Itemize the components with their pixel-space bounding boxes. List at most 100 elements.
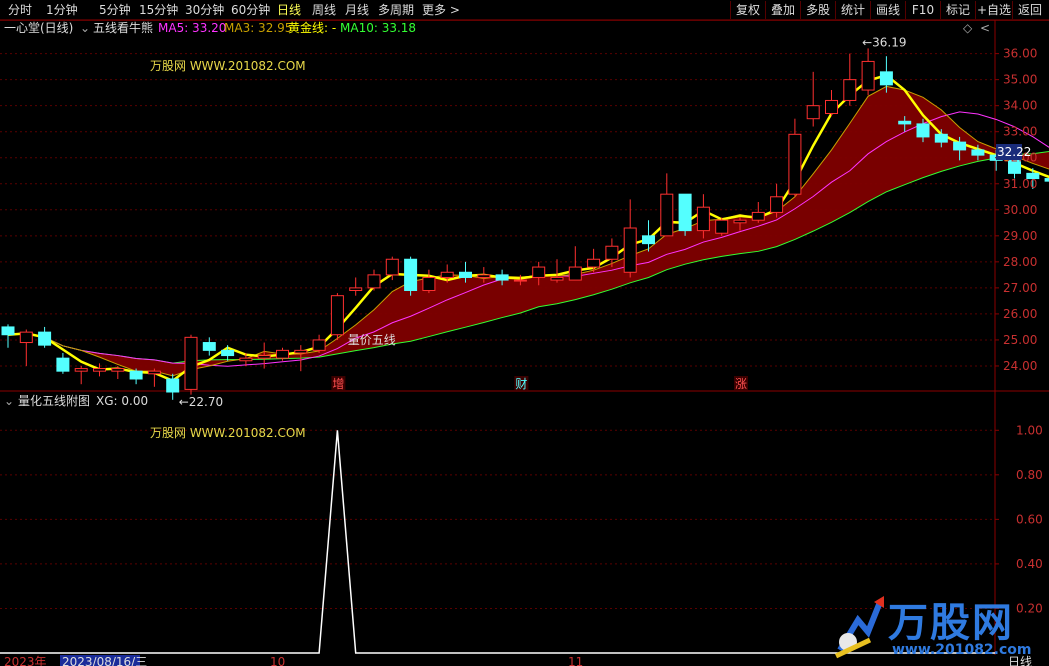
price-tag: 32.22: [997, 145, 1031, 159]
candle-down: [1044, 178, 1049, 182]
candle-up: [276, 349, 289, 359]
candle-up: [751, 211, 765, 221]
candle-up: [770, 196, 784, 213]
candle-up: [513, 279, 527, 282]
candle-down: [38, 331, 52, 346]
candle-up: [788, 133, 802, 195]
chevron-down-icon[interactable]: ⌄: [80, 20, 90, 36]
cursor-date: 2023/08/16/三: [62, 655, 147, 666]
sub-y-tick-label: 0.60: [1016, 512, 1043, 526]
candle-up: [19, 331, 33, 344]
candle-up: [111, 368, 125, 372]
candle-up: [184, 336, 198, 390]
candle-up: [623, 227, 637, 273]
candle-down: [129, 370, 143, 380]
candle-down: [495, 274, 509, 281]
candle-down: [404, 258, 418, 291]
candle-up: [825, 99, 838, 114]
y-tick-label: 36.00: [1003, 47, 1037, 61]
candle-down: [56, 357, 70, 372]
candle-down: [879, 71, 893, 86]
candle-up: [861, 60, 875, 91]
year-label: 2023年: [4, 655, 47, 666]
indicator-name[interactable]: 五线看牛熊: [93, 20, 153, 36]
sub-indicator-name[interactable]: 量化五线附图: [18, 393, 90, 409]
candle-up: [696, 206, 710, 232]
candle-up: [74, 368, 88, 372]
candle-up: [568, 266, 582, 281]
candle-up: [550, 276, 564, 281]
watermark-text: 万股网 WWW.201082.COM: [150, 59, 306, 73]
ribbon-area: [8, 86, 1049, 376]
y-tick-label: 31.00: [1003, 177, 1037, 191]
ribbon-fill: [8, 86, 1049, 376]
candle-down: [898, 120, 912, 125]
event-marker: 涨: [735, 376, 747, 391]
gold-line-value: 黄金线: -: [288, 21, 337, 35]
ma3-value: MA3: 32.95: [224, 21, 293, 35]
candle-up: [733, 219, 747, 224]
event-marker: 财: [515, 377, 527, 391]
candle-up: [147, 370, 161, 375]
stock-title: 一心堂(日线): [4, 21, 74, 35]
logo-url: www.201082.com: [892, 642, 1032, 658]
y-tick-label: 24.00: [1003, 359, 1037, 373]
candle-up: [93, 368, 106, 372]
candle-down: [459, 271, 472, 278]
candle-up: [587, 258, 601, 268]
candle-up: [660, 193, 674, 237]
candle-down: [934, 133, 948, 143]
month-label-10: 10: [270, 655, 285, 666]
candle-down: [678, 193, 692, 232]
candle-up: [312, 339, 326, 351]
ma5-value: MA5: 33.20: [158, 21, 227, 35]
candle-up: [385, 258, 399, 276]
low-label: ←22.70: [179, 395, 223, 409]
y-tick-label: 26.00: [1003, 307, 1037, 321]
candle-down: [1, 326, 15, 336]
candle-up: [806, 105, 820, 120]
ma10-value: MA10: 33.18: [340, 21, 417, 35]
y-tick-label: 35.00: [1003, 73, 1037, 87]
y-tick-label: 34.00: [1003, 99, 1037, 113]
month-label-11: 11: [568, 655, 583, 666]
watermark-text-sub: 万股网 WWW.201082.COM: [150, 426, 306, 440]
candle-up: [422, 276, 436, 291]
candle-up: [367, 274, 381, 289]
sub-y-tick-label: 0.80: [1016, 468, 1043, 482]
logo-name: 万股网: [888, 600, 1014, 646]
y-tick-label: 29.00: [1003, 229, 1037, 243]
candle-up: [605, 245, 619, 260]
sub-y-tick-label: 0.40: [1016, 557, 1043, 571]
y-tick-label: 30.00: [1003, 203, 1037, 217]
candle-down: [642, 235, 655, 245]
candle-up: [477, 274, 491, 278]
event-marker: 增: [332, 377, 344, 391]
high-label: ←36.19: [862, 36, 906, 50]
candle-down: [166, 378, 180, 393]
candle-down: [916, 123, 930, 138]
growth-arrow-icon: [834, 596, 884, 659]
candle-down: [971, 149, 985, 156]
candle-up: [239, 357, 253, 362]
xg-value: XG: 0.00: [96, 394, 149, 408]
line-label: 量价五线: [348, 333, 396, 347]
candle-up: [257, 355, 271, 359]
y-tick-label: 25.00: [1003, 333, 1037, 347]
candle-up: [715, 219, 729, 234]
collapse-icon[interactable]: ⌄: [4, 393, 14, 409]
diamond-icon[interactable]: ◇: [963, 20, 972, 36]
site-logo: 万股网 www.201082.com: [830, 586, 1045, 664]
candle-up: [349, 287, 363, 291]
candle-down: [221, 349, 235, 357]
candle-down: [953, 141, 967, 151]
candle-down: [202, 342, 216, 351]
candle-up: [330, 295, 344, 336]
candle-up: [440, 271, 454, 278]
kline-chart[interactable]: 24.00 25.00 26.00 27.00 28.00 29.00 30.00 31.00…: [0, 0, 1049, 666]
candle-up: [532, 266, 546, 278]
chevron-left-icon[interactable]: <: [980, 20, 990, 36]
y-tick-label: 28.00: [1003, 255, 1037, 269]
candle-up: [843, 79, 857, 101]
sub-y-tick-label: 1.00: [1016, 423, 1043, 437]
